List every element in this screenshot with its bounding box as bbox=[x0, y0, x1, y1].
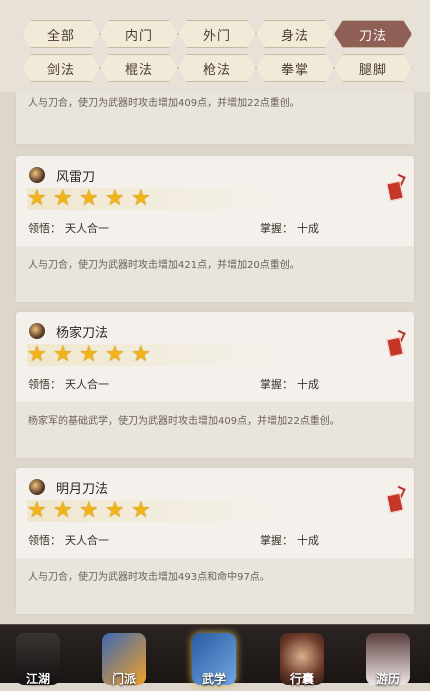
star-icon: ★ bbox=[53, 342, 73, 367]
star-icon: ★ bbox=[131, 498, 151, 523]
tab-inner[interactable]: 内门 bbox=[100, 20, 178, 48]
comprehension-label: 领悟： bbox=[28, 222, 61, 235]
skill-description: 人与刀合，使刀为武器时攻击增加409点，并增加22点重创。 bbox=[16, 92, 414, 144]
comprehension-value: 天人合一 bbox=[65, 378, 109, 391]
skill-list[interactable]: 人与刀合，使刀为武器时攻击增加409点，并增加22点重创。 风雷刀 ★ ★ ★ … bbox=[0, 92, 430, 624]
tab-kick[interactable]: 腿脚 bbox=[334, 54, 412, 82]
star-icon: ★ bbox=[79, 186, 99, 211]
skill-name: 明月刀法 bbox=[56, 482, 109, 497]
mastery-value: 十成 bbox=[297, 378, 319, 391]
tab-staff[interactable]: 棍法 bbox=[100, 54, 178, 82]
nav-label: 武学 bbox=[201, 672, 226, 686]
nav-label: 门派 bbox=[111, 672, 136, 686]
star-icon: ★ bbox=[53, 186, 73, 211]
nav-label: 江湖 bbox=[25, 672, 50, 686]
nav-jianghu[interactable]: 江湖 bbox=[6, 633, 70, 691]
category-tab-bar: 全部 内门 外门 身法 刀法 剑法 棍法 枪法 拳掌 腿脚 bbox=[0, 0, 430, 92]
skill-description: 杨家军的基础武学，使刀为武器时攻击增加409点，并增加22点重创。 bbox=[16, 402, 414, 458]
tab-all[interactable]: 全部 bbox=[22, 20, 100, 48]
comprehension-value: 天人合一 bbox=[65, 222, 109, 235]
nav-sect[interactable]: 门派 bbox=[92, 633, 156, 691]
mastery: 掌握： 十成 bbox=[260, 220, 319, 236]
star-rating: ★ ★ ★ ★ ★ bbox=[27, 188, 277, 210]
tab-movement[interactable]: 身法 bbox=[256, 20, 334, 48]
comprehension: 领悟： 天人合一 bbox=[28, 532, 109, 548]
mastery-value: 十成 bbox=[297, 534, 319, 547]
star-icon: ★ bbox=[79, 498, 99, 523]
comprehension-label: 领悟： bbox=[28, 534, 61, 547]
comprehension-label: 领悟： bbox=[28, 378, 61, 391]
star-icon: ★ bbox=[27, 498, 47, 523]
mastery-label: 掌握： bbox=[260, 534, 293, 547]
skill-emblem-icon bbox=[29, 323, 45, 339]
skill-description: 人与刀合，使刀为武器时攻击增加493点和命中97点。 bbox=[16, 558, 414, 614]
star-rating: ★ ★ ★ ★ ★ bbox=[27, 344, 277, 366]
mastery: 掌握： 十成 bbox=[260, 376, 319, 392]
nav-bag[interactable]: 行囊 bbox=[270, 633, 334, 691]
star-icon: ★ bbox=[79, 342, 99, 367]
skill-card-partial[interactable]: 人与刀合，使刀为武器时攻击增加409点，并增加22点重创。 bbox=[16, 92, 414, 144]
star-icon: ★ bbox=[105, 498, 125, 523]
skill-card[interactable]: 风雷刀 ★ ★ ★ ★ ★ 领悟： 天人合一 掌握： 十成 人与刀合，使刀为武器时攻… bbox=[16, 156, 414, 302]
mastery-value: 十成 bbox=[297, 222, 319, 235]
tab-fist[interactable]: 拳掌 bbox=[256, 54, 334, 82]
nav-label: 行囊 bbox=[289, 672, 314, 686]
comprehension: 领悟： 天人合一 bbox=[28, 376, 109, 392]
star-rating: ★ ★ ★ ★ ★ bbox=[27, 500, 277, 522]
skill-description: 人与刀合，使刀为武器时攻击增加421点，并增加20点重创。 bbox=[16, 246, 414, 302]
tab-outer[interactable]: 外门 bbox=[178, 20, 256, 48]
skill-card[interactable]: 明月刀法 ★ ★ ★ ★ ★ 领悟： 天人合一 掌握： 十成 人与刀合，使刀为武器时… bbox=[16, 468, 414, 614]
star-icon: ★ bbox=[131, 186, 151, 211]
star-icon: ★ bbox=[53, 498, 73, 523]
star-icon: ★ bbox=[27, 186, 47, 211]
star-icon: ★ bbox=[131, 342, 151, 367]
comprehension-value: 天人合一 bbox=[65, 534, 109, 547]
tab-sword[interactable]: 剑法 bbox=[22, 54, 100, 82]
nav-travel[interactable]: 游历 bbox=[356, 633, 420, 691]
mastery-label: 掌握： bbox=[260, 378, 293, 391]
skill-card[interactable]: 杨家刀法 ★ ★ ★ ★ ★ 领悟： 天人合一 掌握： 十成 杨家军的基础武学，使刀… bbox=[16, 312, 414, 458]
nav-label: 游历 bbox=[375, 672, 400, 686]
skill-name: 杨家刀法 bbox=[56, 326, 109, 341]
star-icon: ★ bbox=[105, 186, 125, 211]
nav-martial-arts[interactable]: 武学 bbox=[182, 633, 246, 691]
mastery: 掌握： 十成 bbox=[260, 532, 319, 548]
bottom-nav: 江湖 门派 武学 行囊 游历 bbox=[0, 624, 430, 686]
skill-emblem-icon bbox=[29, 167, 45, 183]
star-icon: ★ bbox=[105, 342, 125, 367]
mastery-label: 掌握： bbox=[260, 222, 293, 235]
skill-emblem-icon bbox=[29, 479, 45, 495]
star-icon: ★ bbox=[27, 342, 47, 367]
tab-saber[interactable]: 刀法 bbox=[334, 20, 412, 48]
comprehension: 领悟： 天人合一 bbox=[28, 220, 109, 236]
tab-spear[interactable]: 枪法 bbox=[178, 54, 256, 82]
skill-name: 风雷刀 bbox=[56, 170, 96, 185]
